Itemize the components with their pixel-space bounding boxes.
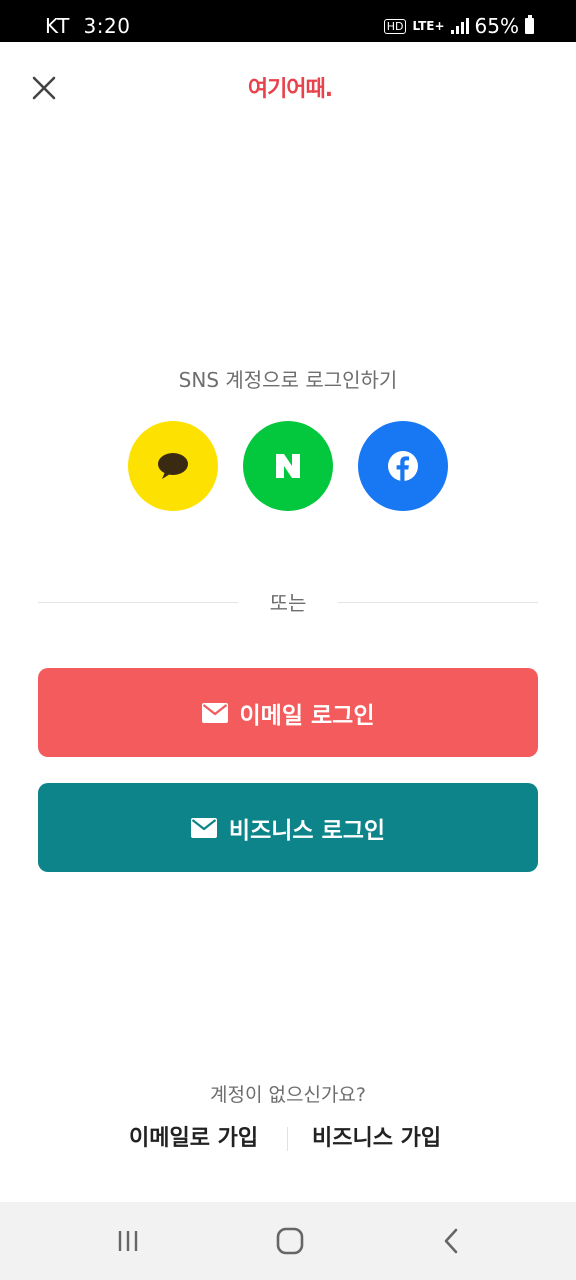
envelope-icon	[201, 702, 228, 723]
system-nav-bar	[0, 1202, 576, 1280]
no-account-prompt: 계정이 없으신가요?	[210, 1084, 366, 1106]
close-icon	[32, 76, 56, 100]
business-signup-link[interactable]: 비즈니스 가입	[312, 1122, 441, 1156]
facebook-f-icon	[388, 451, 418, 481]
signup-links: 이메일로 가입 비즈니스 가입	[0, 1122, 576, 1156]
facebook-login-button[interactable]	[358, 421, 448, 511]
speech-bubble-icon	[158, 453, 188, 479]
hd-voice-icon: HD	[383, 18, 407, 34]
signal-icon	[450, 18, 469, 34]
status-left: KT 3:20	[45, 14, 130, 38]
envelope-icon	[190, 817, 217, 838]
home-button[interactable]	[270, 1221, 310, 1261]
clock: 3:20	[83, 14, 131, 38]
naver-login-button[interactable]	[243, 421, 333, 511]
brand-logo: 여기어때.	[247, 77, 333, 102]
email-login-button[interactable]: 이메일 로그인	[38, 668, 538, 757]
network-type: LTE+	[412, 19, 445, 33]
home-icon	[276, 1227, 304, 1255]
close-button[interactable]	[26, 70, 62, 106]
signup-separator	[287, 1127, 288, 1151]
kakao-login-button[interactable]	[128, 421, 218, 511]
status-bar: KT 3:20 HD LTE+ 65%	[0, 0, 576, 42]
battery-percent: 65%	[474, 14, 519, 38]
carrier-label: KT	[45, 14, 70, 38]
back-button[interactable]	[432, 1221, 472, 1261]
top-bar: 여기어때.	[0, 42, 576, 132]
divider-text: 또는	[269, 591, 307, 615]
or-divider: 또는	[38, 588, 538, 618]
email-login-label: 이메일 로그인	[239, 702, 375, 729]
status-right: HD LTE+ 65%	[383, 14, 534, 38]
business-login-label: 비즈니스 로그인	[228, 817, 386, 844]
email-signup-link[interactable]: 이메일로 가입	[129, 1122, 258, 1156]
sns-login-title: SNS 계정으로 로그인하기	[178, 368, 398, 392]
naver-n-icon	[276, 454, 300, 478]
recent-apps-button[interactable]	[108, 1221, 148, 1261]
sns-login-buttons	[0, 421, 576, 511]
back-icon	[444, 1228, 458, 1254]
business-login-button[interactable]: 비즈니스 로그인	[38, 783, 538, 872]
divider-line-right	[338, 602, 538, 603]
recent-apps-icon	[118, 1231, 138, 1251]
battery-icon	[525, 15, 534, 34]
